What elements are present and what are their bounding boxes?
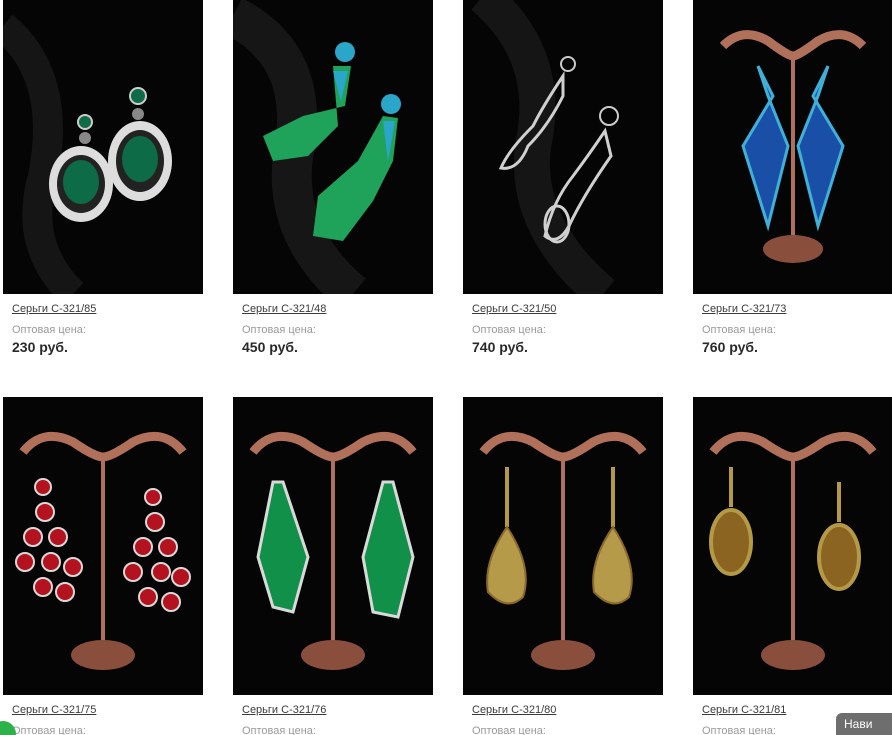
price-value: 760 руб. [702,339,758,355]
product-card: Серьги С-321/75 Оптовая цена: [3,397,203,735]
product-title[interactable]: Серьги С-321/80 [472,704,556,716]
product-title[interactable]: Серьги С-321/85 [12,303,96,315]
price-label: Оптовая цена: [242,725,316,735]
product-photo[interactable] [3,0,203,294]
product-card: Серьги С-321/76 Оптовая цена: [233,397,433,735]
price-label: Оптовая цена: [472,324,546,336]
product-card: Серьги С-321/73 Оптовая цена: 760 руб. [693,0,892,355]
chat-icon[interactable] [0,721,16,735]
product-title[interactable]: Серьги С-321/81 [702,704,786,716]
product-photo[interactable] [693,0,892,294]
product-title[interactable]: Серьги С-321/75 [12,704,96,716]
price-label: Оптовая цена: [702,725,776,735]
price-value: 740 руб. [472,339,528,355]
earring-drop-oval-icon [3,0,203,294]
product-card: Серьги С-321/50 Оптовая цена: 740 руб. [463,0,663,355]
product-card: Серьги С-321/85 Оптовая цена: 230 руб. [3,0,203,355]
product-photo[interactable] [693,397,892,695]
price-label: Оптовая цена: [472,725,546,735]
product-card: Серьги С-321/81 Оптовая цена: [693,397,892,735]
price-value: 450 руб. [242,339,298,355]
navigation-tab[interactable]: Нави [836,713,892,735]
product-photo[interactable] [463,397,663,695]
earring-stand-gold-leaf-icon [463,397,663,695]
earring-stand-amber-icon [693,397,892,695]
product-title[interactable]: Серьги С-321/50 [472,303,556,315]
price-value: 230 руб. [12,339,68,355]
product-photo[interactable] [233,397,433,695]
earring-stand-blue-icon [693,0,892,294]
product-photo[interactable] [463,0,663,294]
price-label: Оптовая цена: [702,324,776,336]
price-label: Оптовая цена: [12,725,86,735]
earring-peacock-icon [233,0,433,294]
earring-stand-green-icon [233,397,433,695]
product-card: Серьги С-321/48 Оптовая цена: 450 руб. [233,0,433,355]
earring-stand-red-icon [3,397,203,695]
product-title[interactable]: Серьги С-321/73 [702,303,786,315]
earring-feather-icon [463,0,663,294]
product-title[interactable]: Серьги С-321/76 [242,704,326,716]
product-photo[interactable] [3,397,203,695]
price-label: Оптовая цена: [242,324,316,336]
product-grid: Серьги С-321/85 Оптовая цена: 230 руб. С… [0,0,892,735]
product-title[interactable]: Серьги С-321/48 [242,303,326,315]
product-photo[interactable] [233,0,433,294]
product-card: Серьги С-321/80 Оптовая цена: [463,397,663,735]
price-label: Оптовая цена: [12,324,86,336]
